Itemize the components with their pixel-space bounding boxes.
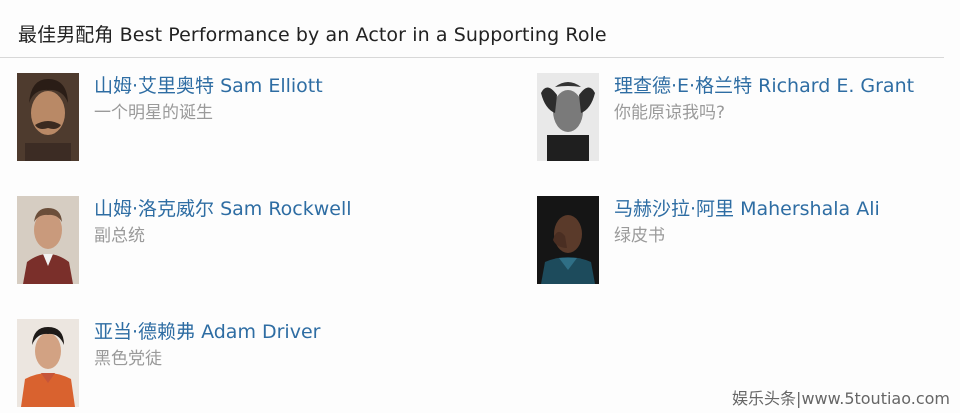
nominee-photo-richard-e-grant[interactable] [537,73,599,161]
oscar-nominees-panel: 最佳男配角 Best Performance by an Actor in a … [0,0,960,413]
nominee-photo-sam-rockwell[interactable] [17,196,79,284]
nominee-film: 黑色党徒 [94,349,162,369]
nominee-photo-mahershala-ali[interactable] [537,196,599,284]
nominee-name[interactable]: 理查德·E·格兰特 Richard E. Grant [614,73,914,99]
nominee-photo-sam-elliott[interactable] [17,73,79,161]
nominee-film: 副总统 [94,226,145,246]
section-title: 最佳男配角 Best Performance by an Actor in a … [18,24,607,46]
nominee-name[interactable]: 山姆·洛克威尔 Sam Rockwell [94,196,352,222]
source-watermark: 娱乐头条|www.5toutiao.com [732,389,950,408]
nominee-name[interactable]: 山姆·艾里奥特 Sam Elliott [94,73,323,99]
nominee-film: 绿皮书 [614,226,665,246]
nominee-film: 一个明星的诞生 [94,103,213,123]
nominee-film: 你能原谅我吗? [614,103,726,123]
nominee-name[interactable]: 马赫沙拉·阿里 Mahershala Ali [614,196,880,222]
nominee-name[interactable]: 亚当·德赖弗 Adam Driver [94,319,320,345]
title-divider [0,57,944,58]
nominee-photo-adam-driver[interactable] [17,319,79,407]
